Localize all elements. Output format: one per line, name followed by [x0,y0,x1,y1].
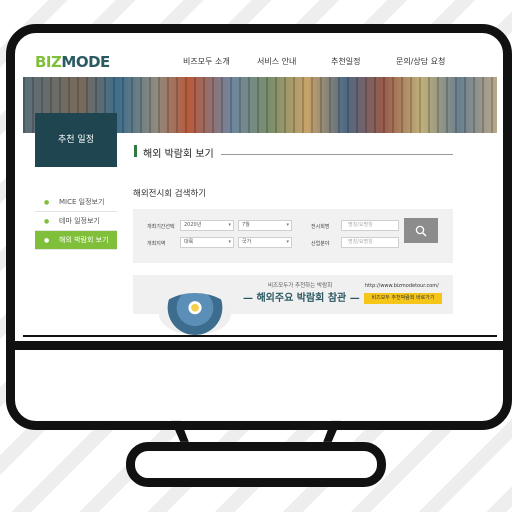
monitor-stand-neck [171,420,341,442]
bullet-icon: ● [44,199,50,206]
industry-label: 산업분야 [311,241,330,247]
period-label: 개최기간선택 [147,224,175,230]
chevron-down-icon: ▾ [228,239,231,245]
banner-url[interactable]: http://www.bizmodetour.com/ [365,283,439,289]
sidebar-title: 추천 일정 [35,113,117,167]
banner-subtitle: 비즈모두가 추천하는 박람회 [268,283,333,289]
continent-select[interactable]: 대륙 ▾ [180,237,234,248]
banner-button[interactable]: 비즈모두 추천박람회 바로가기 [364,293,442,304]
chevron-down-icon: ▾ [286,239,289,245]
bullet-icon: ● [44,237,50,244]
banner-title: — 해외주요 박람회 참관 — [243,293,360,304]
chevron-down-icon: ▾ [228,222,231,228]
search-icon [415,225,427,237]
search-button[interactable] [404,218,438,243]
nav-item-recommend[interactable]: 추천일정 [331,56,360,67]
chevron-down-icon: ▾ [286,222,289,228]
search-heading: 해외전시회 검색하기 [133,189,207,199]
monitor-stand-base [126,442,386,487]
screen: BIZMODE 비즈모두 소개 서비스 안내 추천일정 문의/상담 요청 추천 … [23,45,497,337]
industry-input[interactable]: 명칭/요명칭 [341,237,399,248]
monitor-frame: BIZMODE 비즈모두 소개 서비스 안내 추천일정 문의/상담 요청 추천 … [6,24,512,430]
monitor-chin-divider [15,341,503,350]
month-select[interactable]: 7월 ▾ [238,220,292,231]
sidebar-item-expo[interactable]: ● 해외 박람회 보기 [35,231,117,250]
sidebar-item-theme[interactable]: ● 테마 일정보기 [35,212,117,231]
title-accent-bar [134,145,137,157]
title-divider [221,154,453,155]
country-select[interactable]: 국가 ▾ [238,237,292,248]
nav-item-services[interactable]: 서비스 안내 [257,56,296,67]
site-logo[interactable]: BIZMODE [35,53,110,71]
region-label: 개최지역 [147,241,166,247]
exhibition-input[interactable]: 명칭/요명칭 [341,220,399,231]
exhibition-label: 전시회명 [311,224,330,230]
mountain-illustration [159,293,231,335]
sidebar-item-mice[interactable]: ● MICE 일정보기 [35,193,117,212]
page-title: 해외 박람회 보기 [143,149,214,160]
nav-item-about[interactable]: 비즈모두 소개 [183,56,230,67]
year-select[interactable]: 2020년 ▾ [180,220,234,231]
top-nav: BIZMODE 비즈모두 소개 서비스 안내 추천일정 문의/상담 요청 [23,45,497,77]
nav-item-contact[interactable]: 문의/상담 요청 [396,56,445,67]
bullet-icon: ● [44,218,50,225]
